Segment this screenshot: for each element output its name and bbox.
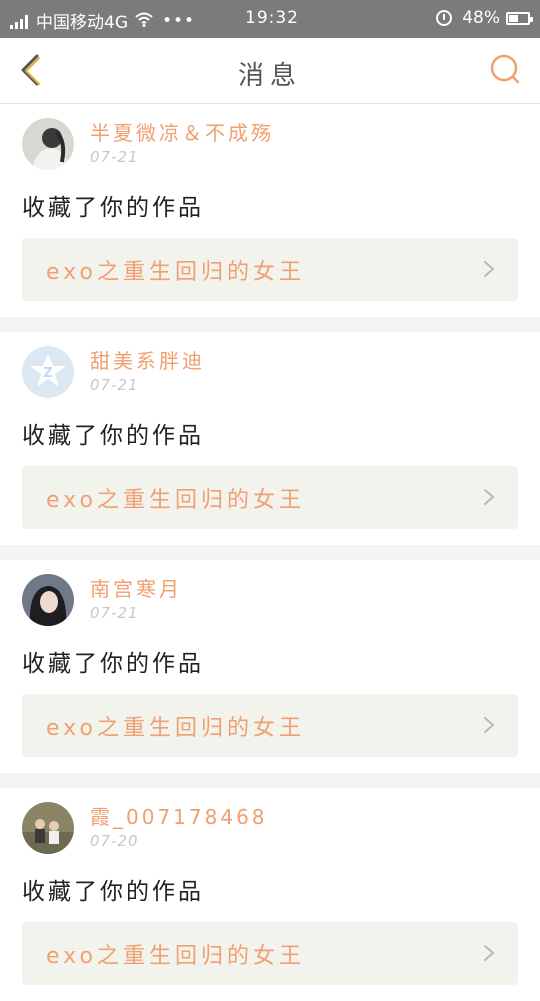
work-title: exo之重生回归的女王 (46, 487, 305, 513)
status-left: 中国移动4G ••• (10, 8, 195, 33)
username[interactable]: 甜美系胖迪 (90, 348, 205, 374)
message-item: Z 甜美系胖迪 07-21 收藏了你的作品 exo之重生回归的女王 (0, 332, 540, 545)
signal-icon (10, 13, 30, 29)
work-link[interactable]: exo之重生回归的女王 (22, 922, 518, 985)
action-text: 收藏了你的作品 (22, 651, 204, 677)
chevron-right-icon (484, 717, 495, 733)
clock: 19:32 (245, 8, 299, 28)
work-link[interactable]: exo之重生回归的女王 (22, 238, 518, 301)
wifi-icon (134, 11, 154, 31)
message-date: 07-21 (90, 376, 139, 394)
chevron-right-icon (484, 489, 495, 505)
message-date: 07-21 (90, 148, 139, 166)
avatar[interactable] (22, 802, 74, 854)
avatar[interactable] (22, 118, 74, 170)
divider (0, 317, 540, 332)
message-item: 半夏微凉＆不成殇 07-21 收藏了你的作品 exo之重生回归的女王 (0, 104, 540, 317)
action-text: 收藏了你的作品 (22, 423, 204, 449)
search-icon (490, 54, 520, 84)
battery-percent: 48% (462, 8, 500, 28)
status-bar: 中国移动4G ••• 19:32 48% (0, 0, 540, 38)
message-item: 南宫寒月 07-21 收藏了你的作品 exo之重生回归的女王 (0, 560, 540, 773)
action-text: 收藏了你的作品 (22, 879, 204, 905)
svg-text:Z: Z (43, 366, 52, 381)
search-button[interactable] (488, 52, 522, 86)
avatar[interactable]: Z (22, 346, 74, 398)
message-date: 07-21 (90, 604, 139, 622)
avatar[interactable] (22, 574, 74, 626)
page-title: 消息 (237, 61, 302, 91)
work-title: exo之重生回归的女王 (46, 259, 305, 285)
divider (0, 545, 540, 560)
alarm-icon (436, 10, 453, 26)
username[interactable]: 南宫寒月 (90, 576, 182, 602)
work-link[interactable]: exo之重生回归的女王 (22, 466, 518, 529)
divider (0, 773, 540, 788)
message-date: 07-20 (90, 832, 139, 850)
message-item: 霞_007178468 07-20 收藏了你的作品 exo之重生回归的女王 (0, 788, 540, 1001)
chevron-right-icon (484, 945, 495, 961)
work-link[interactable]: exo之重生回归的女王 (22, 694, 518, 757)
username[interactable]: 半夏微凉＆不成殇 (90, 120, 274, 146)
chevron-right-icon (484, 261, 495, 277)
battery-icon (506, 11, 533, 25)
more-dots: ••• (162, 10, 196, 31)
status-right: 48% (436, 8, 533, 28)
nav-bar: 消息 (0, 38, 540, 104)
battery-fill (509, 14, 518, 22)
work-title: exo之重生回归的女王 (46, 715, 305, 741)
carrier-label: 中国移动4G (36, 13, 128, 33)
work-title: exo之重生回归的女王 (46, 943, 305, 969)
message-list: 半夏微凉＆不成殇 07-21 收藏了你的作品 exo之重生回归的女王 Z 甜美系… (0, 104, 540, 1001)
action-text: 收藏了你的作品 (22, 195, 204, 221)
username[interactable]: 霞_007178468 (90, 804, 268, 830)
